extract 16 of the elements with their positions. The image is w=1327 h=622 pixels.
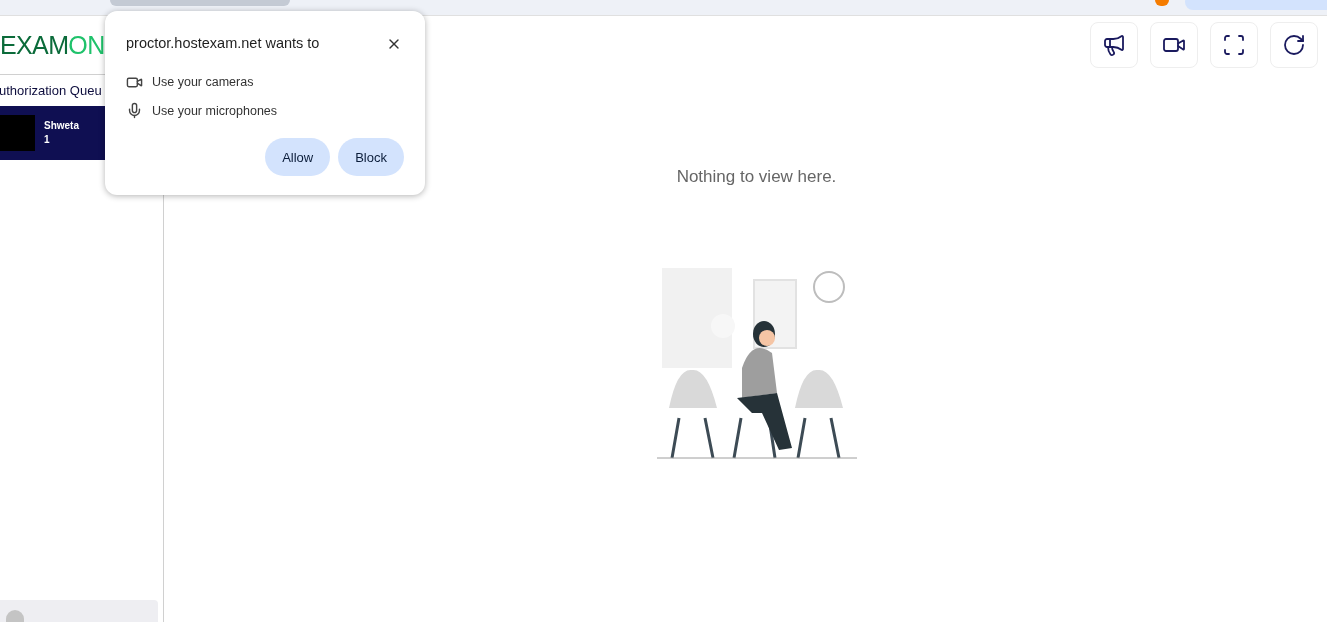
refresh-button[interactable] <box>1270 22 1318 68</box>
permission-button[interactable]: Block <box>338 138 404 177</box>
video-thumbnail <box>0 115 35 151</box>
megaphone-icon <box>1102 33 1126 57</box>
candidate-count: 1 <box>44 133 51 147</box>
camera-button[interactable] <box>1150 22 1198 68</box>
avatar-icon <box>6 610 24 622</box>
microphone-icon <box>126 102 143 120</box>
announce-button[interactable] <box>1090 22 1138 68</box>
popup-title: proctor.hostexam.net wants to <box>126 34 320 53</box>
fullscreen-icon <box>1222 33 1246 57</box>
refresh-icon <box>1282 33 1306 57</box>
candidate-name: Shweta <box>44 119 79 133</box>
fullscreen-button[interactable] <box>1210 22 1258 68</box>
permission-button[interactable]: Allow <box>265 138 331 177</box>
empty-message: Nothing to view here. <box>676 166 837 188</box>
